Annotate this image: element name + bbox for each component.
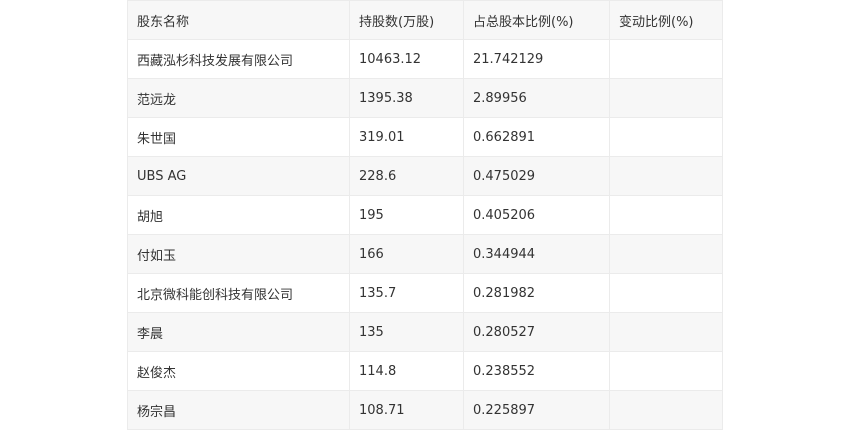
cell-shares-held: 166 — [349, 234, 464, 274]
cell-shareholder-name: 杨宗昌 — [127, 390, 350, 430]
table-row: UBS AG 228.6 0.475029 — [127, 156, 723, 196]
cell-shares-held: 114.8 — [349, 351, 464, 391]
table-row: 杨宗昌 108.71 0.225897 — [127, 390, 723, 430]
cell-share-ratio: 0.344944 — [463, 234, 610, 274]
cell-change-ratio — [609, 195, 723, 235]
header-shareholder-name: 股东名称 — [127, 0, 350, 40]
cell-share-ratio: 2.89956 — [463, 78, 610, 118]
cell-shares-held: 195 — [349, 195, 464, 235]
cell-share-ratio: 0.238552 — [463, 351, 610, 391]
cell-shareholder-name: 赵俊杰 — [127, 351, 350, 391]
cell-share-ratio: 0.662891 — [463, 117, 610, 157]
table-row: 付如玉 166 0.344944 — [127, 234, 723, 274]
cell-shares-held: 135 — [349, 312, 464, 352]
cell-share-ratio: 21.742129 — [463, 39, 610, 79]
cell-change-ratio — [609, 273, 723, 313]
cell-shareholder-name: 西藏泓杉科技发展有限公司 — [127, 39, 350, 79]
table-row: 西藏泓杉科技发展有限公司 10463.12 21.742129 — [127, 39, 723, 79]
cell-shareholder-name: 北京微科能创科技有限公司 — [127, 273, 350, 313]
cell-share-ratio: 0.225897 — [463, 390, 610, 430]
cell-shares-held: 108.71 — [349, 390, 464, 430]
cell-change-ratio — [609, 117, 723, 157]
cell-change-ratio — [609, 351, 723, 391]
shareholder-table: 股东名称 持股数(万股) 占总股本比例(%) 变动比例(%) 西藏泓杉科技发展有… — [127, 0, 723, 430]
cell-share-ratio: 0.405206 — [463, 195, 610, 235]
cell-shareholder-name: 朱世国 — [127, 117, 350, 157]
header-shares-held: 持股数(万股) — [349, 0, 464, 40]
cell-shareholder-name: 胡旭 — [127, 195, 350, 235]
cell-share-ratio: 0.280527 — [463, 312, 610, 352]
cell-shareholder-name: UBS AG — [127, 156, 350, 196]
cell-shares-held: 1395.38 — [349, 78, 464, 118]
cell-change-ratio — [609, 312, 723, 352]
shareholder-table-container: 股东名称 持股数(万股) 占总股本比例(%) 变动比例(%) 西藏泓杉科技发展有… — [127, 0, 723, 430]
table-row: 胡旭 195 0.405206 — [127, 195, 723, 235]
cell-change-ratio — [609, 78, 723, 118]
table-row: 北京微科能创科技有限公司 135.7 0.281982 — [127, 273, 723, 313]
cell-share-ratio: 0.281982 — [463, 273, 610, 313]
cell-shares-held: 10463.12 — [349, 39, 464, 79]
cell-share-ratio: 0.475029 — [463, 156, 610, 196]
cell-shares-held: 319.01 — [349, 117, 464, 157]
cell-shareholder-name: 付如玉 — [127, 234, 350, 274]
cell-shares-held: 228.6 — [349, 156, 464, 196]
cell-change-ratio — [609, 39, 723, 79]
cell-shares-held: 135.7 — [349, 273, 464, 313]
cell-change-ratio — [609, 234, 723, 274]
header-share-ratio: 占总股本比例(%) — [463, 0, 610, 40]
table-row: 赵俊杰 114.8 0.238552 — [127, 351, 723, 391]
cell-shareholder-name: 李晨 — [127, 312, 350, 352]
table-row: 范远龙 1395.38 2.89956 — [127, 78, 723, 118]
table-row: 李晨 135 0.280527 — [127, 312, 723, 352]
cell-change-ratio — [609, 156, 723, 196]
table-header-row: 股东名称 持股数(万股) 占总股本比例(%) 变动比例(%) — [127, 0, 723, 40]
cell-change-ratio — [609, 390, 723, 430]
header-change-ratio: 变动比例(%) — [609, 0, 723, 40]
table-row: 朱世国 319.01 0.662891 — [127, 117, 723, 157]
cell-shareholder-name: 范远龙 — [127, 78, 350, 118]
